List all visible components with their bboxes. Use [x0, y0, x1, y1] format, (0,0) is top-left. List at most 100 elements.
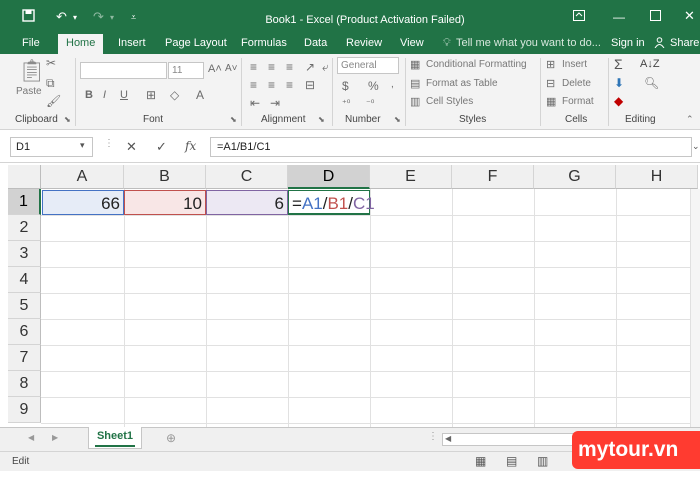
conditional-formatting-button[interactable]: Conditional Formatting — [426, 59, 527, 70]
decrease-indent-icon[interactable]: ⇤ — [250, 96, 260, 110]
column-header-c[interactable]: C — [206, 165, 288, 189]
autosum-icon[interactable]: Σ — [614, 56, 623, 72]
number-format-combo[interactable]: General — [337, 57, 399, 74]
orientation-icon[interactable]: ↗ — [305, 60, 315, 74]
name-box-dropdown-icon[interactable]: ▾ — [80, 140, 85, 151]
undo-icon[interactable]: ↶ — [56, 9, 67, 25]
clear-icon[interactable]: ◆ — [614, 94, 623, 108]
minimize-icon[interactable]: — — [613, 10, 625, 24]
maximize-icon[interactable] — [650, 10, 661, 24]
decrease-decimal-icon[interactable]: ⁻⁰ — [366, 98, 374, 109]
tab-page-layout[interactable]: Page Layout — [165, 37, 227, 49]
italic-button[interactable]: I — [103, 89, 106, 101]
comma-style-icon[interactable]: , — [391, 79, 394, 90]
cell-c1[interactable]: 6 — [206, 190, 288, 215]
borders-icon[interactable]: ⊞ — [146, 88, 156, 102]
column-header-a[interactable]: A — [41, 165, 124, 189]
vertical-scrollbar[interactable] — [690, 189, 700, 427]
enter-icon[interactable]: ✓ — [156, 139, 167, 155]
new-sheet-icon[interactable]: ⊕ — [166, 431, 176, 445]
row-header-8[interactable]: 8 — [8, 371, 41, 397]
redo-icon[interactable]: ↷ — [93, 9, 104, 25]
format-as-table-button[interactable]: Format as Table — [426, 78, 498, 89]
spreadsheet-grid[interactable]: A B C D E F G H 1 2 3 4 5 6 7 8 9 66 10 … — [0, 163, 700, 427]
page-break-view-icon[interactable]: ▥ — [537, 454, 548, 468]
insert-function-icon[interactable]: fx — [185, 139, 196, 153]
cell-styles-icon[interactable]: ▥ — [410, 95, 420, 108]
prev-sheet-icon[interactable]: ◀ — [28, 433, 34, 442]
row-header-5[interactable]: 5 — [8, 293, 41, 319]
row-header-1[interactable]: 1 — [8, 189, 41, 215]
align-top-icon[interactable]: ≡ — [250, 60, 257, 74]
font-color-icon[interactable]: A — [196, 88, 204, 102]
ribbon-display-icon[interactable] — [573, 10, 585, 24]
merge-center-icon[interactable]: ⊟ — [305, 78, 315, 92]
redo-dropdown-icon[interactable]: ▾ — [110, 13, 114, 22]
tab-home[interactable]: Home — [58, 34, 104, 54]
close-icon[interactable]: ✕ — [684, 8, 695, 24]
scroll-left-icon[interactable]: ◀ — [445, 434, 451, 443]
sign-in-link[interactable]: Sign in — [611, 37, 645, 49]
normal-view-icon[interactable]: ▦ — [475, 454, 486, 468]
row-header-2[interactable]: 2 — [8, 215, 41, 241]
cell-b1[interactable]: 10 — [124, 190, 206, 215]
align-center-icon[interactable]: ≡ — [268, 78, 275, 92]
sheet-tab-sheet1[interactable]: Sheet1 — [88, 427, 142, 449]
alignment-launcher-icon[interactable]: ⬊ — [318, 115, 325, 124]
save-icon[interactable] — [22, 9, 35, 25]
font-name-combo[interactable] — [80, 62, 167, 79]
page-layout-view-icon[interactable]: ▤ — [506, 454, 517, 468]
column-header-b[interactable]: B — [124, 165, 206, 189]
cut-icon[interactable]: ✂ — [46, 56, 56, 70]
column-header-e[interactable]: E — [370, 165, 452, 189]
row-header-6[interactable]: 6 — [8, 319, 41, 345]
fill-color-icon[interactable]: ◇ — [170, 88, 179, 102]
tab-file[interactable]: File — [22, 37, 40, 49]
wrap-text-icon[interactable]: ⤶ — [322, 60, 329, 75]
formula-input[interactable]: =A1/B1/C1 — [210, 137, 692, 157]
tab-formulas[interactable]: Formulas — [241, 37, 287, 49]
increase-decimal-icon[interactable]: ⁺⁰ — [342, 98, 350, 109]
cell-d1-editing[interactable]: =A1/B1/C1 — [288, 190, 375, 215]
next-sheet-icon[interactable]: ▶ — [52, 433, 58, 442]
paste-label[interactable]: Paste — [16, 86, 42, 97]
tab-view[interactable]: View — [400, 37, 424, 49]
insert-cells-button[interactable]: Insert — [562, 59, 587, 70]
currency-button[interactable]: $ — [342, 79, 349, 93]
select-all-corner[interactable] — [8, 165, 41, 189]
column-header-d[interactable]: D — [288, 165, 370, 189]
tab-review[interactable]: Review — [346, 37, 382, 49]
number-launcher-icon[interactable]: ⬊ — [394, 115, 401, 124]
grow-font-icon[interactable]: A˄ — [208, 63, 222, 75]
clipboard-launcher-icon[interactable]: ⬊ — [64, 115, 71, 124]
delete-cells-button[interactable]: Delete — [562, 78, 591, 89]
format-cells-icon[interactable]: ▦ — [546, 95, 556, 108]
insert-cells-icon[interactable]: ⊞ — [546, 58, 555, 71]
cancel-icon[interactable]: ✕ — [126, 139, 137, 155]
delete-cells-icon[interactable]: ⊟ — [546, 77, 555, 90]
share-button[interactable]: Share — [670, 37, 699, 49]
customize-qat-icon[interactable]: ⩡ — [131, 12, 136, 23]
cell-styles-button[interactable]: Cell Styles — [426, 96, 473, 107]
column-header-g[interactable]: G — [534, 165, 616, 189]
sort-filter-icon[interactable]: A↓Z — [640, 58, 660, 70]
expand-formula-icon[interactable]: ⌄ — [692, 141, 700, 152]
fill-icon[interactable]: ⬇ — [614, 76, 624, 90]
align-right-icon[interactable]: ≡ — [286, 78, 293, 92]
shrink-font-icon[interactable]: A˅ — [225, 63, 238, 74]
align-left-icon[interactable]: ≡ — [250, 78, 257, 92]
share-icon[interactable] — [654, 37, 665, 51]
find-select-icon[interactable]: 🔍︎ — [644, 76, 659, 90]
increase-indent-icon[interactable]: ⇥ — [270, 96, 280, 110]
align-bottom-icon[interactable]: ≡ — [286, 60, 293, 74]
conditional-formatting-icon[interactable]: ▦ — [410, 58, 420, 71]
copy-icon[interactable]: ⧉ — [46, 76, 55, 91]
format-as-table-icon[interactable]: ▤ — [410, 77, 420, 90]
row-header-3[interactable]: 3 — [8, 241, 41, 267]
tell-me-box[interactable]: Tell me what you want to do... — [456, 37, 601, 49]
percent-button[interactable]: % — [368, 79, 379, 93]
tab-insert[interactable]: Insert — [118, 37, 146, 49]
format-cells-button[interactable]: Format — [562, 96, 594, 107]
undo-dropdown-icon[interactable]: ▾ — [73, 13, 77, 22]
row-header-7[interactable]: 7 — [8, 345, 41, 371]
